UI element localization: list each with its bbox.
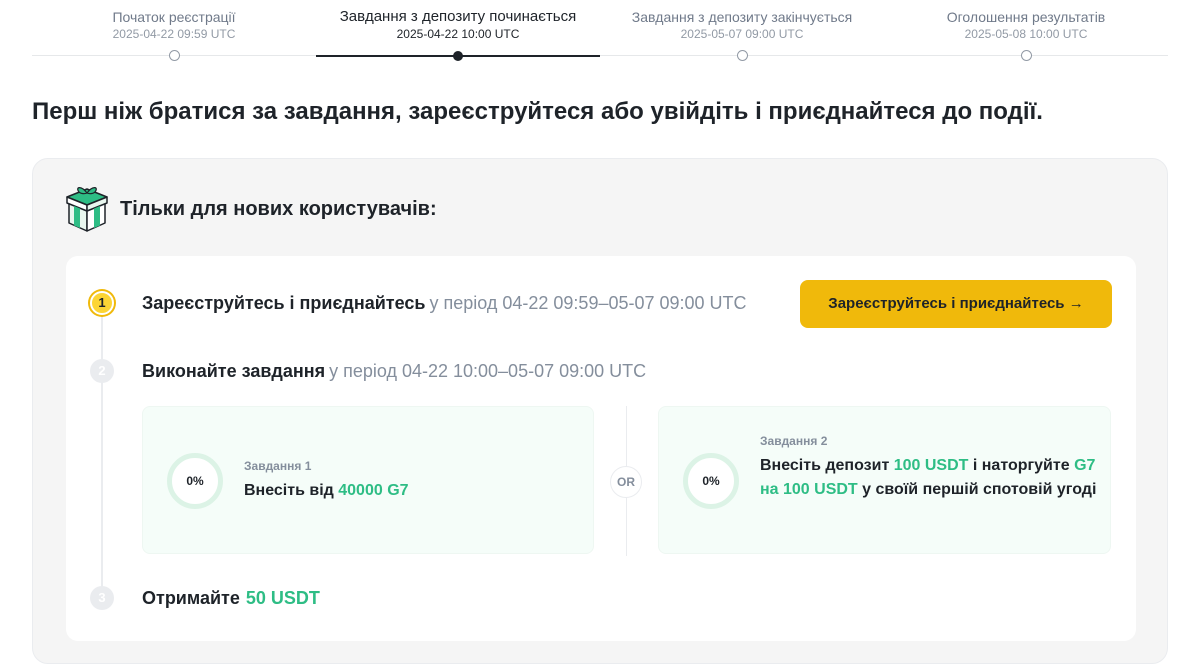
progress-ring: 0% bbox=[683, 453, 739, 509]
stage-dot-icon bbox=[169, 50, 180, 61]
or-badge: OR bbox=[610, 466, 642, 498]
step-2-title: Виконайте завдання у період 04-22 10:00–0… bbox=[142, 360, 646, 382]
stage-dot-icon bbox=[453, 51, 463, 61]
timeline-track bbox=[32, 55, 1168, 56]
step-period: у період 04-22 10:00–05-07 09:00 UTC bbox=[329, 361, 647, 381]
page-heading: Перш ніж братися за завдання, зареєструй… bbox=[32, 98, 1043, 125]
section-title: Тільки для нових користувачів: bbox=[120, 198, 437, 220]
task-highlight: 40000 G7 bbox=[338, 482, 409, 499]
reward-amount: 50 USDT bbox=[245, 588, 320, 608]
stage-date: 2025-05-08 10:00 UTC bbox=[964, 27, 1088, 41]
task-text-part: Внесіть депозит bbox=[760, 457, 894, 474]
register-join-button[interactable]: Зареєструйтесь і приєднайтесь → bbox=[800, 280, 1112, 328]
task-card-1: 0% Завдання 1 Внесіть від 40000 G7 bbox=[142, 406, 594, 554]
stage-dot-icon bbox=[737, 50, 748, 61]
gift-box-icon bbox=[66, 187, 108, 232]
stage-date: 2025-05-07 09:00 UTC bbox=[680, 27, 804, 41]
step-rail bbox=[101, 304, 103, 594]
stage-title: Оголошення результатів bbox=[946, 9, 1106, 25]
task-description: Внесіть депозит 100 USDT і наторгуйте G7… bbox=[760, 454, 1100, 502]
task-label: Завдання 2 bbox=[760, 434, 828, 448]
task-description: Внесіть від 40000 G7 bbox=[244, 479, 574, 503]
task-highlight: 100 USDT bbox=[893, 457, 969, 474]
task-text-part: Внесіть від bbox=[244, 482, 339, 499]
step-title-text: Отримайте bbox=[142, 588, 240, 608]
step-number-3: 3 bbox=[90, 586, 114, 610]
task-label: Завдання 1 bbox=[244, 459, 312, 473]
step-number-1: 1 bbox=[90, 291, 114, 315]
task-text-part: у своїй першій спотовій угоді bbox=[857, 481, 1097, 498]
progress-ring: 0% bbox=[167, 453, 223, 509]
stage-date: 2025-04-22 09:59 UTC bbox=[112, 27, 236, 41]
step-1-title: Зареєструйтесь і приєднайтесь у період 04… bbox=[142, 292, 747, 314]
stage-title: Початок реєстрації bbox=[112, 9, 236, 25]
step-title-text: Зареєструйтесь і приєднайтесь bbox=[142, 293, 426, 313]
timeline-stage-deposit-start: Завдання з депозиту починається 2025-04-… bbox=[316, 0, 600, 61]
timeline-stage-results: Оголошення результатів 2025-05-08 10:00 … bbox=[884, 0, 1168, 61]
task-card-2: 0% Завдання 2 Внесіть депозит 100 USDT і… bbox=[658, 406, 1111, 554]
timeline-stage-deposit-end: Завдання з депозиту закінчується 2025-05… bbox=[600, 0, 884, 61]
steps-panel: 1 Зареєструйтесь і приєднайтесь у період … bbox=[66, 256, 1136, 641]
stage-date: 2025-04-22 10:00 UTC bbox=[396, 27, 520, 41]
stage-dot-icon bbox=[1021, 50, 1032, 61]
step-title-text: Виконайте завдання bbox=[142, 361, 326, 381]
event-timeline: Початок реєстрації 2025-04-22 09:59 UTC … bbox=[32, 0, 1168, 70]
task-text-part: і наторгуйте bbox=[968, 457, 1075, 474]
step-number-2: 2 bbox=[90, 359, 114, 383]
timeline-stage-registration-start: Початок реєстрації 2025-04-22 09:59 UTC bbox=[32, 0, 316, 61]
stage-title: Завдання з депозиту починається bbox=[339, 8, 577, 25]
step-3-title: Отримайте 50 USDT bbox=[142, 587, 320, 609]
stage-title: Завдання з депозиту закінчується bbox=[631, 9, 853, 25]
step-period: у період 04-22 09:59–05-07 09:00 UTC bbox=[429, 293, 747, 313]
new-users-card: Тільки для нових користувачів: 1 Зареєст… bbox=[32, 158, 1168, 664]
